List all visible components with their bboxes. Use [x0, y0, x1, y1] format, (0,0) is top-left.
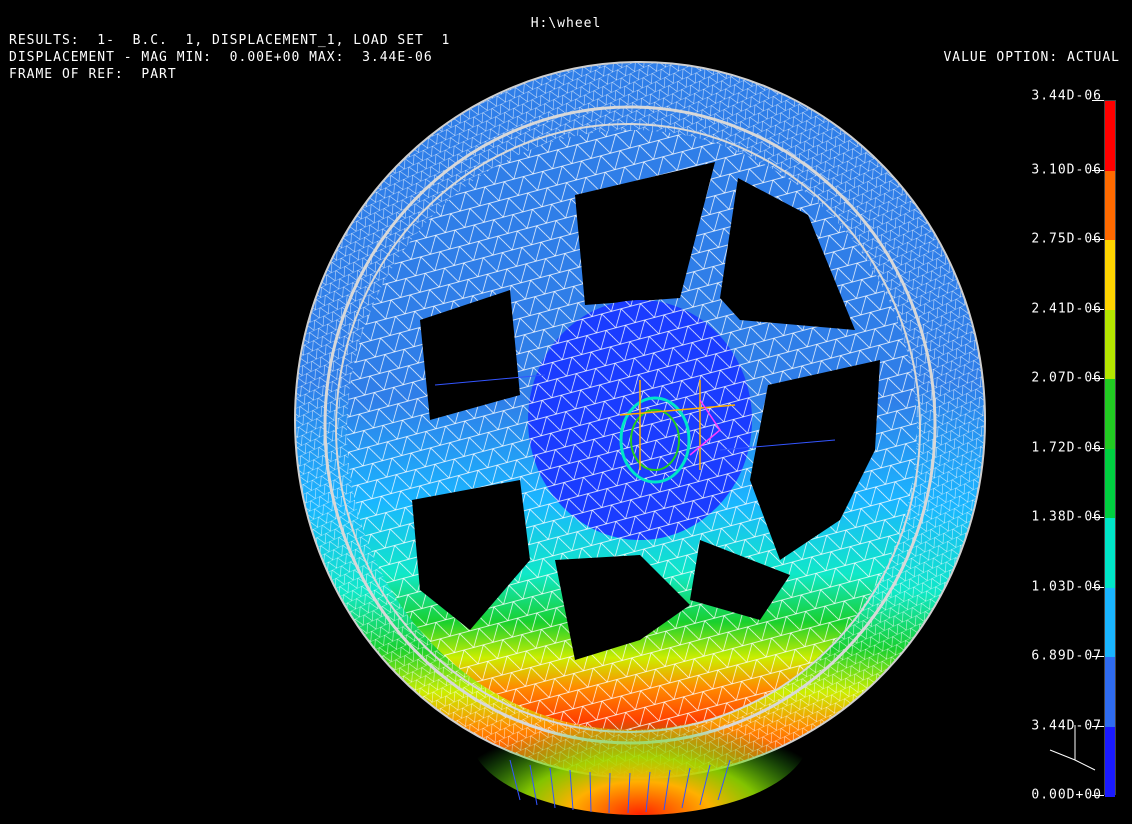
- legend-color-segment: [1105, 657, 1115, 727]
- legend-tick-label: 3.44D-06: [1031, 88, 1102, 104]
- legend-tick-mark: [1092, 239, 1104, 240]
- legend-color-segment: [1105, 379, 1115, 449]
- legend-color-segment: [1105, 726, 1115, 797]
- frame-of-ref-line: FRAME OF REF: PART: [9, 67, 177, 82]
- legend-tick-mark: [1092, 308, 1104, 310]
- wheel-fea-viewport[interactable]: [0, 0, 1132, 824]
- color-legend-bar: [1104, 100, 1116, 797]
- legend-tick-mark: [1092, 795, 1104, 796]
- legend-tick-mark: [1092, 447, 1104, 449]
- legend-tick-mark: [1092, 169, 1104, 171]
- legend-color-segment: [1105, 587, 1115, 658]
- legend-color-segment: [1105, 170, 1115, 241]
- legend-color-segment: [1105, 101, 1115, 171]
- legend-color-segment: [1105, 240, 1115, 310]
- results-line: RESULTS: 1- B.C. 1, DISPLACEMENT_1, LOAD…: [9, 33, 451, 48]
- legend-tick-mark: [1092, 378, 1104, 379]
- legend-color-segment: [1105, 518, 1115, 588]
- legend-tick-mark: [1092, 656, 1104, 657]
- legend-tick-mark: [1092, 586, 1104, 588]
- legend-color-segment: [1105, 309, 1115, 380]
- wheel-hub: [528, 300, 752, 540]
- legend-tick-mark: [1092, 517, 1104, 518]
- value-option-label: VALUE OPTION: ACTUAL: [943, 50, 1120, 65]
- legend-tick-mark: [1092, 100, 1104, 101]
- window-title: H:\wheel: [530, 16, 602, 31]
- legend-color-segment: [1105, 448, 1115, 519]
- displacement-line: DISPLACEMENT - MAG MIN: 0.00E+00 MAX: 3.…: [9, 50, 433, 65]
- legend-tick-mark: [1092, 725, 1104, 727]
